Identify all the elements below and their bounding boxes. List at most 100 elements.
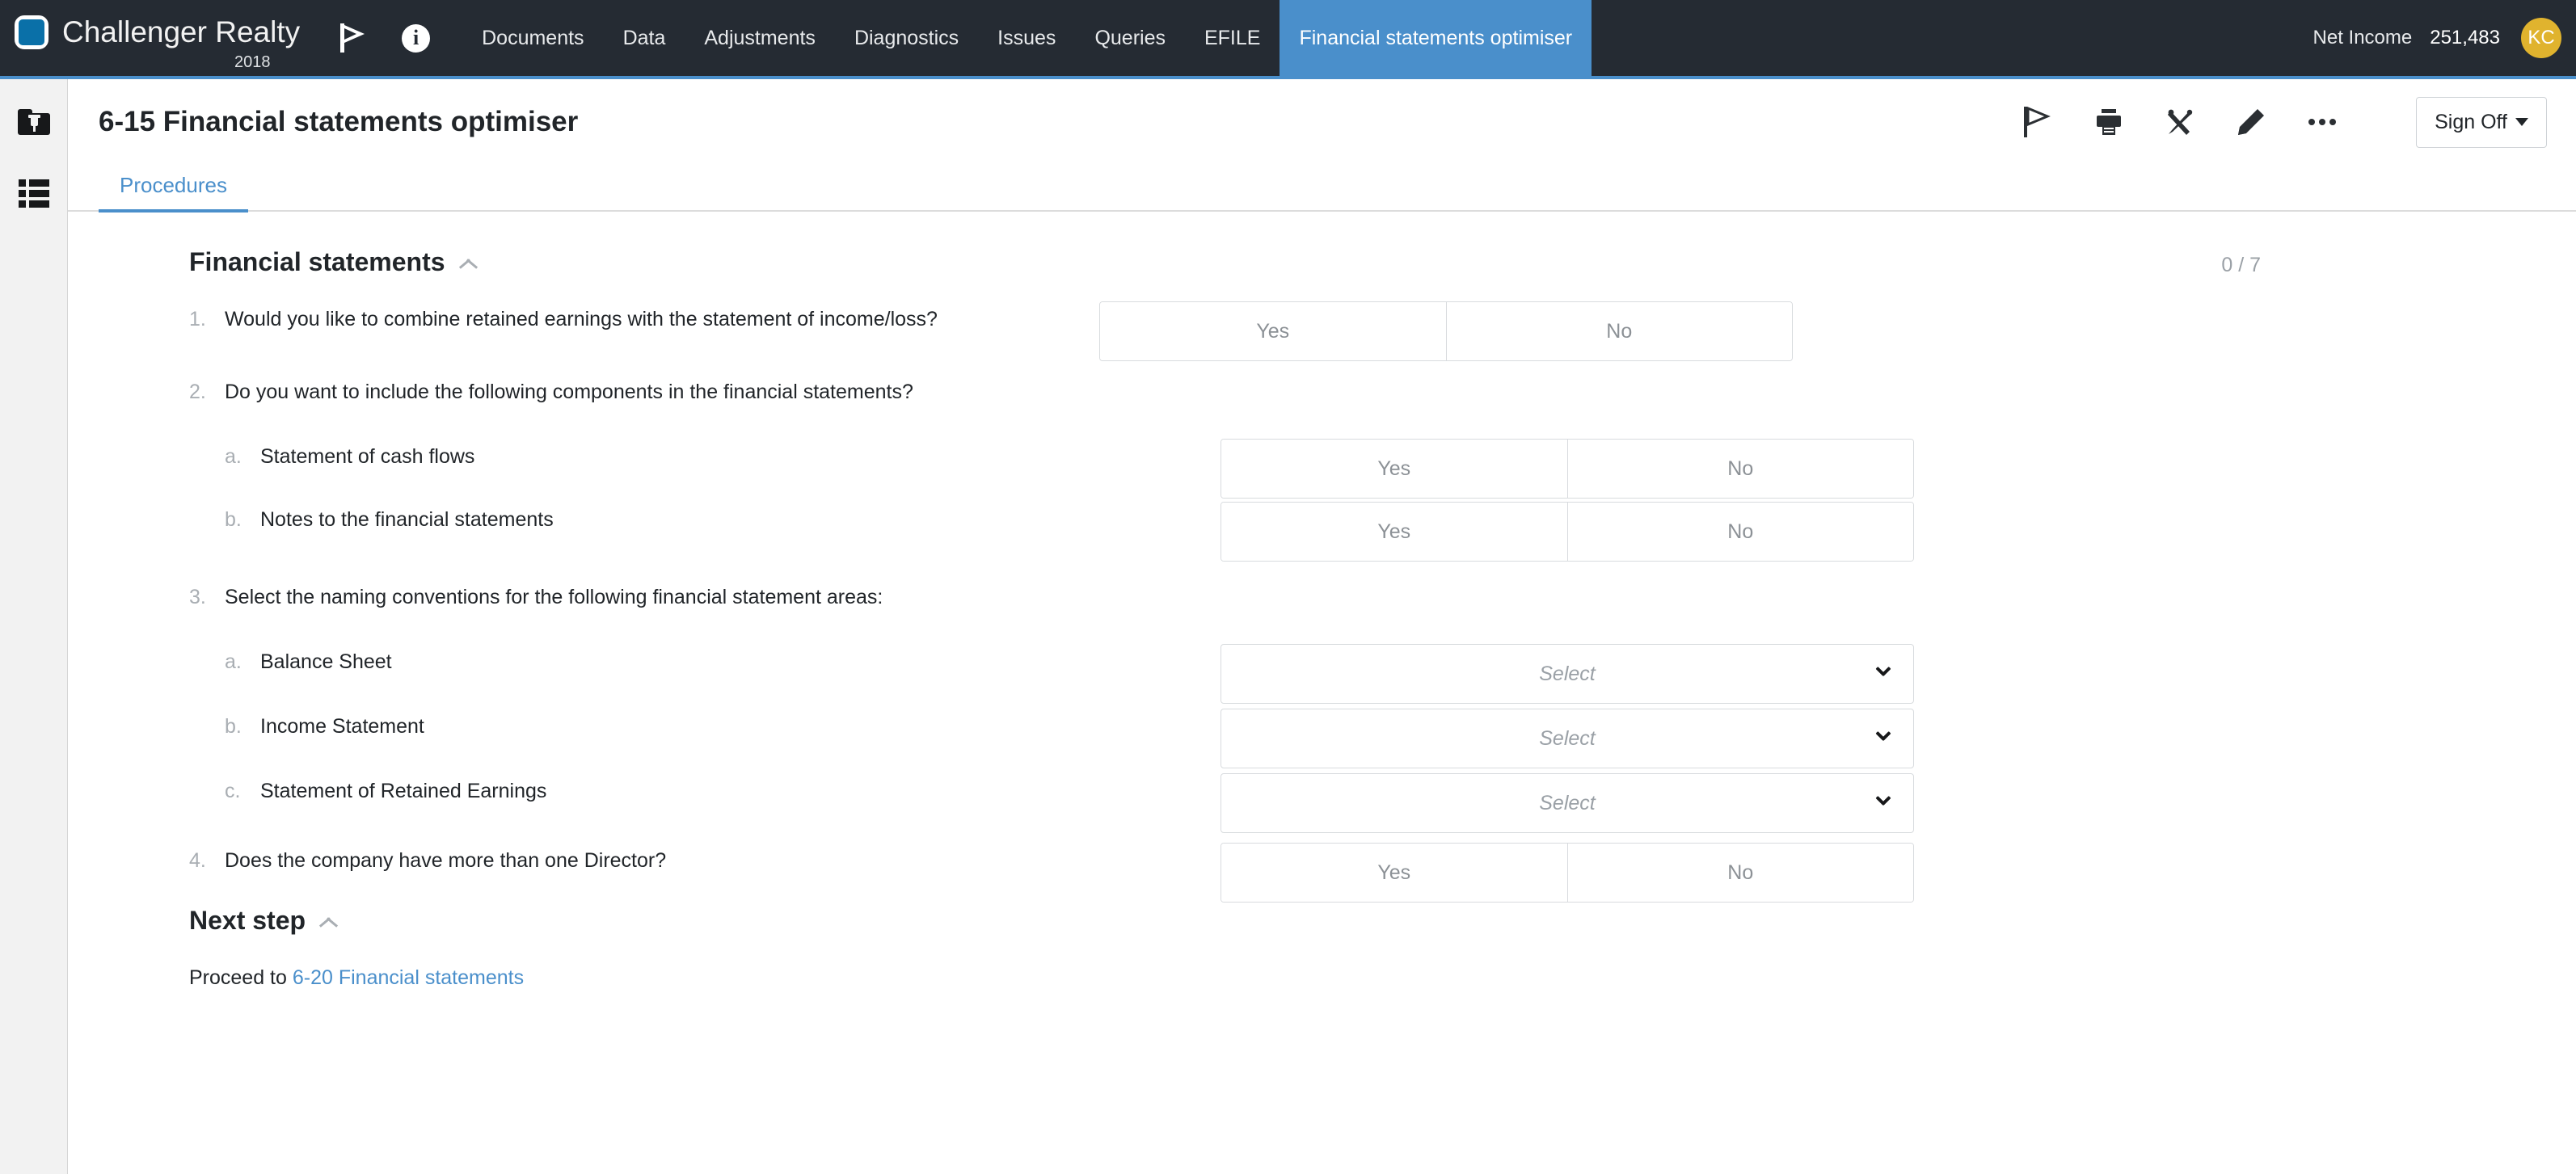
question-control: Select <box>1221 644 1914 704</box>
question-text: Statement of cash flows <box>260 445 475 468</box>
next-step-title: Next step <box>189 906 306 935</box>
section-title: Financial statements <box>189 247 445 276</box>
question-number: b. <box>225 715 242 738</box>
nav-tab-efile[interactable]: EFILE <box>1185 0 1280 78</box>
question-number: 3. <box>189 586 206 608</box>
question-control: Yes No <box>1099 301 1793 361</box>
question-row-3b: b. Income Statement Select <box>189 709 2528 768</box>
select-statement-retained-earnings[interactable]: Select <box>1221 773 1914 833</box>
list-icon <box>18 179 49 208</box>
tab-procedures[interactable]: Procedures <box>99 173 248 212</box>
pencil-icon[interactable] <box>2235 106 2267 138</box>
app-logo-inner <box>19 19 44 45</box>
yes-button[interactable]: Yes <box>1100 302 1446 360</box>
print-icon[interactable] <box>2093 106 2125 138</box>
select-balance-sheet[interactable]: Select <box>1221 644 1914 704</box>
question-control: Select <box>1221 709 1914 768</box>
select-placeholder: Select <box>1539 662 1596 685</box>
next-step-body: Proceed to 6-20 Financial statements <box>189 966 2576 990</box>
question-number: 4. <box>189 849 206 872</box>
yes-no-toggle-4: Yes No <box>1221 843 1914 903</box>
question-text: Does the company have more than one Dire… <box>225 849 667 872</box>
financial-statements-section: Financial statements 0 / 7 1. Would you … <box>68 212 2576 903</box>
question-text: Balance Sheet <box>260 650 392 673</box>
chevron-down-icon <box>1876 733 1891 743</box>
progress-counter: 0 / 7 <box>2221 254 2261 276</box>
question-row-3c: c. Statement of Retained Earnings Select <box>189 773 2528 833</box>
net-income-label: Net Income <box>2312 27 2413 48</box>
net-income-value: 251,483 <box>2430 27 2500 48</box>
question-text: Would you like to combine retained earni… <box>225 308 938 330</box>
tools-icon[interactable] <box>2164 106 2196 138</box>
brand-name: Challenger Realty <box>62 15 301 48</box>
no-button[interactable]: No <box>1566 503 1913 561</box>
yes-no-toggle-1: Yes No <box>1099 301 1793 361</box>
select-income-statement[interactable]: Select <box>1221 709 1914 768</box>
question-row-4: 4. Does the company have more than one D… <box>189 843 2528 903</box>
main-content: 6-15 Financial statements optimiser Sign… <box>68 79 2576 1174</box>
next-step-header: Next step <box>189 906 2576 936</box>
question-number: b. <box>225 508 242 531</box>
next-step-link[interactable]: 6-20 Financial statements <box>293 966 524 989</box>
chevron-down-icon <box>2515 118 2528 126</box>
header-icon-group: i <box>340 23 431 53</box>
avatar[interactable]: KC <box>2521 18 2561 58</box>
page-toolbar: Sign Off <box>2022 96 2547 148</box>
nav-tab-data[interactable]: Data <box>604 0 685 78</box>
rail-item-list[interactable] <box>15 175 53 212</box>
question-control: Yes No <box>1221 439 1914 499</box>
brand-block[interactable]: Challenger Realty 2018 <box>0 0 300 78</box>
flag-icon[interactable] <box>2022 106 2054 138</box>
chevron-up-icon[interactable] <box>318 915 338 927</box>
no-button[interactable]: No <box>1566 440 1913 498</box>
question-row-2: 2. Do you want to include the following … <box>189 374 2528 413</box>
nav-tab-queries[interactable]: Queries <box>1075 0 1185 78</box>
question-control: Select <box>1221 773 1914 833</box>
content-tab-strip: Procedures <box>68 165 2576 212</box>
question-row-2b: b. Notes to the financial statements Yes… <box>189 502 2528 562</box>
nav-tab-documents[interactable]: Documents <box>462 0 603 78</box>
question-text: Notes to the financial statements <box>260 508 554 531</box>
ellipsis-icon[interactable] <box>2306 106 2338 138</box>
question-number: 1. <box>189 308 206 330</box>
question-text: Select the naming conventions for the fo… <box>225 586 883 608</box>
chevron-down-icon <box>1876 797 1891 807</box>
question-number: a. <box>225 650 242 673</box>
nav-tab-diagnostics[interactable]: Diagnostics <box>835 0 978 78</box>
question-number: c. <box>225 780 241 802</box>
yes-button[interactable]: Yes <box>1221 440 1567 498</box>
yes-button[interactable]: Yes <box>1221 503 1567 561</box>
nav-tab-financial-statements-optimiser[interactable]: Financial statements optimiser <box>1280 0 1592 78</box>
question-number: a. <box>225 445 242 468</box>
question-row-3a: a. Balance Sheet Select <box>189 644 2528 704</box>
nav-tab-adjustments[interactable]: Adjustments <box>685 0 835 78</box>
info-icon[interactable]: i <box>402 23 431 53</box>
question-row-3: 3. Select the naming conventions for the… <box>189 579 2528 618</box>
pinned-folder-icon <box>17 109 50 135</box>
sign-off-button[interactable]: Sign Off <box>2416 96 2547 148</box>
flag-icon[interactable] <box>340 23 365 53</box>
question-control: Yes No <box>1221 502 1914 562</box>
no-button[interactable]: No <box>1566 844 1913 902</box>
main-nav-tabs: Documents Data Adjustments Diagnostics I… <box>462 0 1592 78</box>
question-control: Yes No <box>1221 843 1914 903</box>
chevron-up-icon[interactable] <box>458 257 478 268</box>
yes-no-toggle-2b: Yes No <box>1221 502 1914 562</box>
brand-year: 2018 <box>234 53 271 71</box>
question-text: Statement of Retained Earnings <box>260 780 547 802</box>
page-header: 6-15 Financial statements optimiser Sign… <box>68 79 2576 165</box>
select-placeholder: Select <box>1539 726 1596 750</box>
yes-button[interactable]: Yes <box>1221 844 1567 902</box>
sign-off-label: Sign Off <box>2435 110 2507 133</box>
header-right-group: Net Income 251,483 KC <box>2313 18 2576 58</box>
left-rail <box>0 79 68 1174</box>
question-row-1: 1. Would you like to combine retained ea… <box>189 301 2528 361</box>
nav-tab-issues[interactable]: Issues <box>978 0 1075 78</box>
question-row-2a: a. Statement of cash flows Yes No <box>189 439 2528 499</box>
select-placeholder: Select <box>1539 791 1596 814</box>
rail-item-pinned-folder[interactable] <box>15 103 53 141</box>
section-header: Financial statements <box>189 247 2528 277</box>
no-button[interactable]: No <box>1445 302 1792 360</box>
app-logo-icon <box>15 15 48 49</box>
question-text: Income Statement <box>260 715 424 738</box>
